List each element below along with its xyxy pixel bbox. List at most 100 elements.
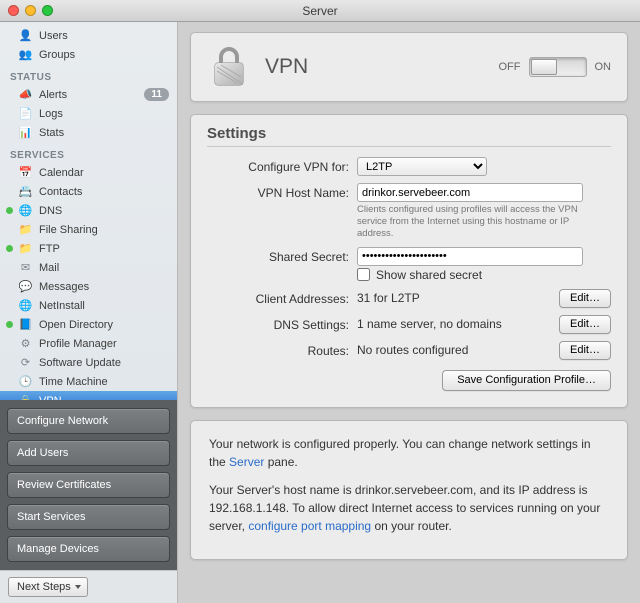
sidebar-item-label: Mail [39,262,169,274]
sidebar-heading-status: STATUS [0,64,177,85]
service-title: VPN [265,55,308,79]
window-titlebar: Server [0,0,640,22]
service-header-panel: VPN OFF ON [190,32,628,102]
dns-icon: 🌐 [18,203,33,218]
toggle-on-label: ON [595,61,612,73]
client-addresses-label: Client Addresses: [207,289,349,306]
sidebar-item-label: Alerts [39,89,144,101]
configure-vpn-label: Configure VPN for: [207,157,349,174]
info-paragraph-1: Your network is configured properly. You… [209,435,609,471]
toggle-knob [531,59,557,75]
groups-icon: 👥 [18,47,33,62]
info-paragraph-2: Your Server's host name is drinkor.serve… [209,481,609,535]
sidebar-item-label: Groups [39,49,169,61]
sidebar-item-profilemanager[interactable]: ⚙︎ Profile Manager [0,334,177,353]
row-hostname: VPN Host Name: Clients configured using … [207,183,611,240]
sidebar-item-users[interactable]: 👤 Users [0,26,177,45]
client-addresses-value: 31 for L2TP [357,291,553,305]
settings-heading: Settings [207,125,611,147]
netinstall-icon: 🌐 [18,298,33,313]
row-client-addresses: Client Addresses: 31 for L2TP Edit… [207,289,611,308]
row-dns-settings: DNS Settings: 1 name server, no domains … [207,315,611,334]
show-secret-label: Show shared secret [376,268,482,282]
configure-vpn-select[interactable]: L2TP [357,157,487,176]
sidebar-item-label: Time Machine [39,376,169,388]
row-shared-secret: Shared Secret: Show shared secret [207,247,611,282]
sidebar-item-softwareupdate[interactable]: ⟳Software Update [0,353,177,372]
sidebar-item-label: Profile Manager [39,338,169,350]
shared-secret-label: Shared Secret: [207,247,349,264]
sidebar-item-messages[interactable]: 💬Messages [0,277,177,296]
toggle-off-label: OFF [499,61,521,73]
settings-panel: Settings Configure VPN for: L2TP VPN Hos… [190,114,628,408]
hostname-label: VPN Host Name: [207,183,349,200]
sidebar-item-ftp[interactable]: 📁 FTP [0,239,177,258]
timemachine-icon: 🕒 [18,374,33,389]
status-dot-icon [6,207,13,214]
configure-network-button[interactable]: Configure Network [7,408,170,434]
sidebar-list: 👤 Users 👥 Groups STATUS 📣 Alerts 11 📄 Lo… [0,26,177,400]
sidebar-item-label: FTP [39,243,169,255]
edit-client-addresses-button[interactable]: Edit… [559,289,611,308]
sidebar-item-label: File Sharing [39,224,169,236]
ftp-icon: 📁 [18,241,33,256]
sidebar-item-logs[interactable]: 📄 Logs [0,104,177,123]
window-title: Server [0,4,640,18]
hostname-input[interactable] [357,183,583,202]
stats-icon: 📊 [18,125,33,140]
zoom-icon[interactable] [42,5,53,16]
sidebar-item-filesharing[interactable]: 📁 File Sharing [0,220,177,239]
sidebar-item-groups[interactable]: 👥 Groups [0,45,177,64]
toggle-switch[interactable] [529,57,587,77]
sidebar-item-opendirectory[interactable]: 📘Open Directory [0,315,177,334]
service-toggle: OFF ON [499,57,612,77]
sidebar-item-calendar[interactable]: 📅 Calendar [0,163,177,182]
sidebar-item-mail[interactable]: ✉︎Mail [0,258,177,277]
status-dot-icon [6,321,13,328]
fileshare-icon: 📁 [18,222,33,237]
sidebar-item-label: DNS [39,205,169,217]
edit-routes-button[interactable]: Edit… [559,341,611,360]
routes-label: Routes: [207,341,349,358]
users-icon: 👤 [18,28,33,43]
close-icon[interactable] [8,5,19,16]
save-configuration-button[interactable]: Save Configuration Profile… [442,370,611,391]
lock-icon [207,45,251,89]
sidebar-actions: Configure Network Add Users Review Certi… [0,400,177,570]
start-services-button[interactable]: Start Services [7,504,170,530]
sidebar-item-contacts[interactable]: 📇 Contacts [0,182,177,201]
next-steps-button[interactable]: Next Steps [8,577,88,597]
sidebar-item-label: VPN [39,395,169,401]
sidebar-item-stats[interactable]: 📊 Stats [0,123,177,142]
status-dot-icon [6,245,13,252]
hostname-hint: Clients configured using profiles will a… [357,204,597,240]
sidebar-item-vpn[interactable]: 🔒VPN [0,391,177,400]
alert-icon: 📣 [18,87,33,102]
sidebar-item-dns[interactable]: 🌐 DNS [0,201,177,220]
sidebar-item-timemachine[interactable]: 🕒 Time Machine [0,372,177,391]
add-users-button[interactable]: Add Users [7,440,170,466]
alerts-badge: 11 [144,88,169,101]
row-routes: Routes: No routes configured Edit… [207,341,611,360]
calendar-icon: 📅 [18,165,33,180]
server-pane-link[interactable]: Server [229,455,264,469]
review-certificates-button[interactable]: Review Certificates [7,472,170,498]
sidebar-item-alerts[interactable]: 📣 Alerts 11 [0,85,177,104]
content-area: VPN OFF ON Settings Configure VPN for: L… [178,22,640,603]
row-configure-vpn: Configure VPN for: L2TP [207,157,611,176]
minimize-icon[interactable] [25,5,36,16]
sidebar-item-netinstall[interactable]: 🌐NetInstall [0,296,177,315]
sidebar-item-label: Calendar [39,167,169,179]
show-secret-checkbox[interactable] [357,268,370,281]
configure-port-mapping-link[interactable]: configure port mapping [248,519,371,533]
traffic-lights [8,5,53,16]
sidebar-item-label: Contacts [39,186,169,198]
manage-devices-button[interactable]: Manage Devices [7,536,170,562]
contacts-icon: 📇 [18,184,33,199]
profile-icon: ⚙︎ [18,336,33,351]
sidebar-item-label: Messages [39,281,169,293]
edit-dns-button[interactable]: Edit… [559,315,611,334]
routes-value: No routes configured [357,343,553,357]
shared-secret-input[interactable] [357,247,583,266]
sidebar: 👤 Users 👥 Groups STATUS 📣 Alerts 11 📄 Lo… [0,22,178,603]
